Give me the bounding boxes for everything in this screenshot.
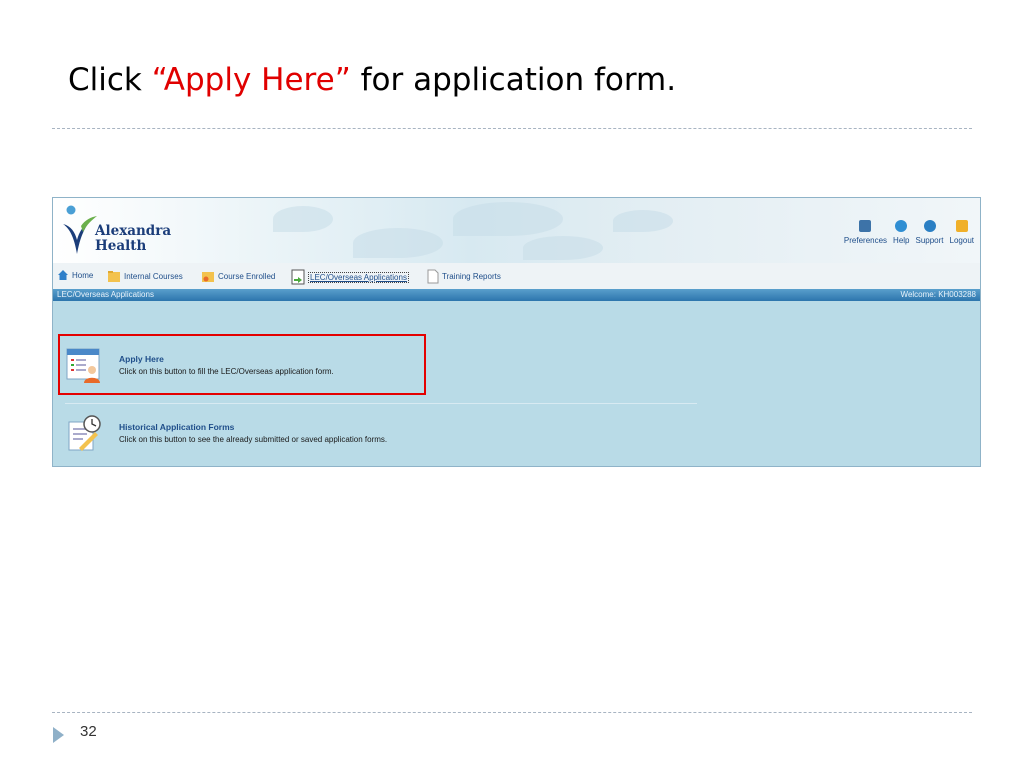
menu-internal-courses[interactable]: Internal Courses <box>107 269 183 283</box>
menu-course-enrolled[interactable]: Course Enrolled <box>201 269 275 283</box>
help-label: Help <box>893 236 910 245</box>
breadcrumb: LEC/Overseas Applications <box>57 290 154 299</box>
app-screenshot: Alexandra Health Preferences Help Suppor… <box>52 197 981 467</box>
support-label: Support <box>915 236 944 245</box>
menu-training-reports-label: Training Reports <box>442 272 501 281</box>
historical-forms-description: Click on this button to see the already … <box>119 435 388 444</box>
document-icon <box>427 269 439 284</box>
status-bar: LEC/Overseas Applications Welcome: KH003… <box>53 289 980 301</box>
bullet-arrow-icon <box>53 727 64 743</box>
menu-internal-courses-label: Internal Courses <box>124 271 183 281</box>
decor-leaf <box>523 236 603 260</box>
support-icon <box>923 220 936 232</box>
menu-home-label: Home <box>72 270 94 280</box>
folder-user-icon <box>202 272 214 282</box>
app-header: Alexandra Health Preferences Help Suppor… <box>53 198 980 263</box>
brand-line1: Alexandra <box>95 223 172 239</box>
menu-course-enrolled-label: Course Enrolled <box>218 271 276 281</box>
top-links: Preferences Help Support Logout <box>844 220 974 245</box>
info-icon <box>895 220 908 232</box>
welcome-text: Welcome: KH003288 <box>900 290 976 299</box>
historical-application-forms-button[interactable]: Historical Application Forms Click on th… <box>65 414 387 452</box>
application-icon <box>291 269 305 285</box>
apply-here-highlight-box <box>58 334 426 395</box>
brand-line2: Health <box>95 238 147 254</box>
decor-leaf <box>353 228 443 258</box>
logout-label: Logout <box>949 236 974 245</box>
title-text-before: Click <box>68 62 152 98</box>
lock-icon <box>955 220 968 232</box>
brand-name: Alexandra Health <box>95 224 171 254</box>
title-text-after: for application form. <box>350 62 677 98</box>
history-form-icon <box>68 415 101 451</box>
historical-forms-text: Historical Application Forms Click on th… <box>119 422 387 444</box>
title-highlight: “Apply Here” <box>151 62 351 98</box>
menu-home[interactable]: Home <box>57 269 93 281</box>
menu-training-reports[interactable]: Training Reports <box>427 269 501 284</box>
slide-title: Click “Apply Here” for application form. <box>68 62 676 98</box>
preferences-link[interactable]: Preferences <box>844 220 887 245</box>
help-link[interactable]: Help <box>893 220 910 245</box>
menu-lec-overseas-applications[interactable]: LEC/Overseas Applications <box>291 269 409 285</box>
page-number: 32 <box>80 723 97 740</box>
decor-leaf <box>453 202 563 236</box>
menu-lec-overseas-applications-label: LEC/Overseas Applications <box>308 271 409 283</box>
decor-leaf <box>613 210 673 232</box>
historical-forms-title: Historical Application Forms <box>119 422 235 432</box>
home-icon <box>58 270 68 280</box>
decor-leaf <box>273 206 333 232</box>
footer-divider <box>52 712 972 713</box>
title-divider <box>52 128 972 129</box>
gear-icon <box>859 220 872 232</box>
options-divider <box>65 403 697 404</box>
alexandra-health-logo-icon <box>63 205 97 254</box>
main-menu: Home Internal Courses Course Enrolled LE… <box>53 263 980 289</box>
folder-icon <box>108 271 120 282</box>
logout-link[interactable]: Logout <box>950 220 974 245</box>
support-link[interactable]: Support <box>916 220 944 245</box>
preferences-label: Preferences <box>843 236 888 245</box>
